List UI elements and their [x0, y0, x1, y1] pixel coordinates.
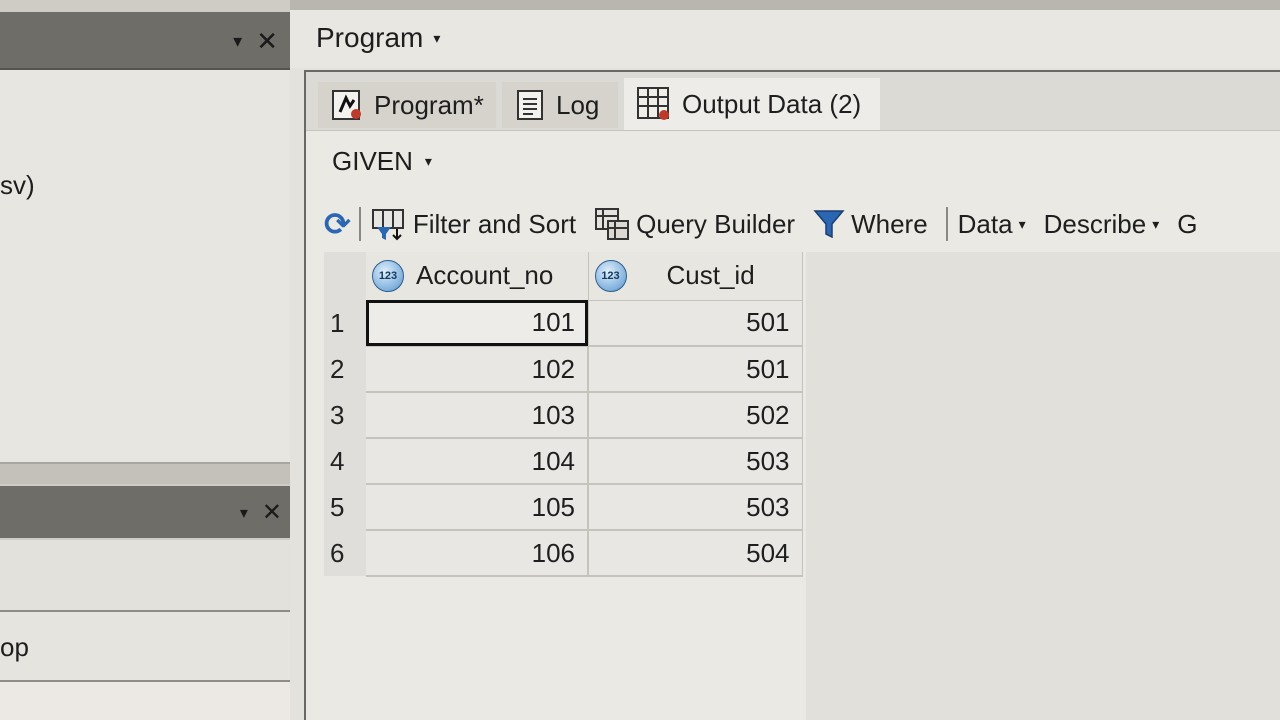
main-window: Program ▾ Program* Log Output Data (2) G… [290, 0, 1280, 720]
numeric-column-icon: 123 [372, 259, 404, 292]
left-panel-splitter[interactable] [0, 464, 300, 484]
cell-cust-id[interactable]: 501 [587, 300, 803, 347]
cell-account-no[interactable]: 103 [366, 392, 588, 439]
output-data-icon [637, 87, 669, 120]
query-builder-icon [595, 208, 630, 240]
grid-empty-area [806, 252, 1280, 720]
column-header-cust-id[interactable]: 123 Cust_id [587, 252, 803, 301]
where-label: Where [851, 208, 928, 239]
left-bottom-panel-row [0, 540, 296, 612]
data-menu-button[interactable]: Data ▾ [958, 209, 1026, 240]
program-editor-pane: Program* Log Output Data (2) GIVEN ▾ ⟳ F… [304, 70, 1280, 720]
describe-menu-label: Describe [1043, 208, 1147, 239]
column-header-label: Account_no [416, 260, 554, 291]
panel-close-icon[interactable]: ✕ [262, 498, 282, 527]
table-row[interactable]: 2 102 501 [324, 346, 803, 393]
tab-log[interactable]: Log [502, 82, 618, 128]
row-number[interactable]: 2 [324, 346, 366, 392]
cell-account-no[interactable]: 106 [366, 530, 588, 577]
cell-cust-id[interactable]: 503 [587, 438, 803, 485]
cell-account-no[interactable]: 105 [366, 484, 588, 531]
cell-cust-id[interactable]: 502 [587, 392, 803, 439]
graph-menu-button[interactable]: G [1177, 209, 1197, 240]
table-row[interactable]: 6 106 504 [324, 530, 803, 577]
query-builder-label: Query Builder [636, 208, 796, 239]
row-number[interactable]: 5 [324, 484, 366, 530]
cell-account-no[interactable]: 104 [366, 438, 588, 485]
grid-corner[interactable] [324, 252, 366, 300]
graph-menu-label: G [1177, 208, 1198, 239]
cell-cust-id[interactable]: 503 [587, 484, 803, 531]
left-bottom-panel-row[interactable]: op [0, 612, 292, 682]
left-panel-body: sv) [0, 70, 298, 464]
panel-dropdown-icon[interactable]: ▾ [240, 503, 248, 523]
panel-dropdown-icon[interactable]: ▾ [233, 31, 242, 52]
row-number[interactable]: 1 [324, 300, 366, 346]
tab-log-label: Log [556, 89, 600, 120]
toolbar-separator [945, 207, 948, 241]
data-menu-label: Data [957, 208, 1013, 239]
dataset-selector[interactable]: GIVEN ▾ [332, 146, 432, 177]
program-title: Program [316, 22, 424, 53]
tab-program[interactable]: Program* [318, 82, 496, 128]
refresh-icon: ⟳ [324, 206, 351, 242]
left-bottom-text-fragment: op [0, 632, 29, 662]
numeric-column-icon: 123 [594, 259, 627, 292]
left-panel-text-fragment: sv) [0, 170, 35, 200]
cell-cust-id[interactable]: 504 [587, 530, 803, 577]
tab-output-data-label: Output Data (2) [682, 88, 862, 119]
chevron-down-icon: ▾ [424, 153, 432, 169]
cell-account-no[interactable]: 102 [366, 346, 588, 393]
screen: ▾ ✕ sv) ▾ ✕ op Program ▾ Program* Log Ou… [0, 0, 1280, 720]
chevron-down-icon: ▾ [1018, 215, 1026, 232]
tab-program-label: Program* [374, 89, 484, 120]
filter-sort-label: Filter and Sort [412, 208, 577, 239]
filter-sort-button[interactable]: Filter and Sort [371, 207, 576, 241]
refresh-button[interactable]: ⟳ [324, 205, 351, 243]
left-bottom-panel-row [0, 682, 292, 720]
column-header-label: Cust_id [666, 260, 755, 291]
tab-output-data[interactable]: Output Data (2) [624, 78, 880, 130]
table-row[interactable]: 3 103 502 [324, 392, 803, 439]
program-header: Program ▾ [290, 10, 1280, 68]
filter-sort-icon [371, 209, 404, 241]
funnel-icon [813, 210, 845, 239]
chevron-down-icon: ▾ [433, 29, 441, 46]
row-number[interactable]: 3 [324, 392, 366, 438]
dataset-name: GIVEN [332, 146, 413, 176]
row-number[interactable]: 4 [324, 438, 366, 484]
query-builder-button[interactable]: Query Builder [594, 207, 795, 241]
table-row[interactable]: 4 104 503 [324, 438, 803, 485]
column-header-account-no[interactable]: 123 Account_no [366, 252, 588, 301]
data-grid: 123 Account_no 123 Cust_id 1 101 501 2 1… [324, 252, 803, 577]
chevron-down-icon: ▾ [1152, 215, 1160, 232]
window-edge [290, 0, 1280, 10]
left-panel-header: ▾ ✕ [0, 12, 290, 70]
cell-account-no[interactable]: 101 [366, 300, 588, 347]
cell-cust-id[interactable]: 501 [587, 346, 803, 393]
row-number[interactable]: 6 [324, 530, 366, 576]
table-row[interactable]: 5 105 503 [324, 484, 803, 531]
log-icon [517, 90, 543, 120]
program-title-menu[interactable]: Program ▾ [316, 22, 440, 54]
data-toolbar: ⟳ Filter and Sort Query Builder Where Da… [324, 200, 1280, 248]
toolbar-separator [358, 207, 361, 241]
program-icon [332, 90, 361, 120]
describe-menu-button[interactable]: Describe ▾ [1044, 209, 1160, 240]
where-button[interactable]: Where [813, 207, 928, 241]
table-row[interactable]: 1 101 501 [324, 300, 803, 347]
left-bottom-panel-header: ▾ ✕ [0, 486, 296, 538]
panel-close-icon[interactable]: ✕ [256, 26, 278, 57]
tab-bar: Program* Log Output Data (2) [306, 72, 1280, 131]
